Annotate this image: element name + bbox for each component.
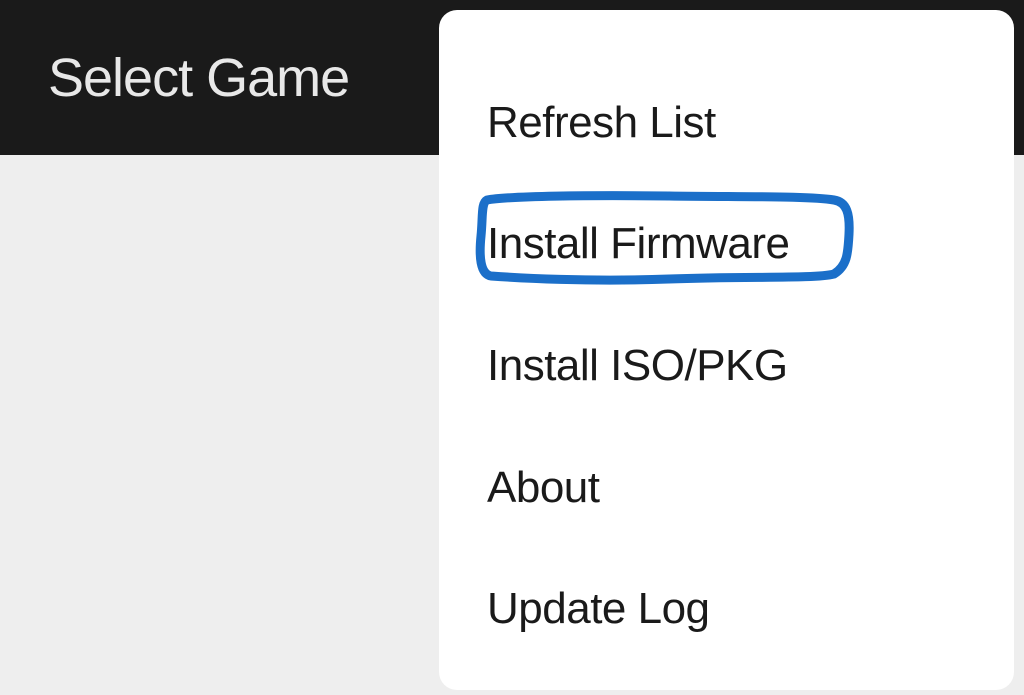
page-title: Select Game	[48, 47, 349, 109]
menu-item-label: Install Firmware	[487, 219, 790, 269]
menu-item-about[interactable]: About	[439, 427, 1014, 549]
menu-item-update-log[interactable]: Update Log	[439, 548, 1014, 670]
menu-item-install-firmware[interactable]: Install Firmware	[439, 184, 1014, 306]
menu-item-refresh-list[interactable]: Refresh List	[439, 62, 1014, 184]
menu-item-label: Install ISO/PKG	[487, 341, 788, 391]
menu-item-install-iso-pkg[interactable]: Install ISO/PKG	[439, 305, 1014, 427]
dropdown-menu: Refresh List Install Firmware Install IS…	[439, 10, 1014, 690]
menu-item-label: About	[487, 463, 599, 513]
menu-item-label: Refresh List	[487, 98, 716, 148]
menu-item-label: Update Log	[487, 584, 710, 634]
